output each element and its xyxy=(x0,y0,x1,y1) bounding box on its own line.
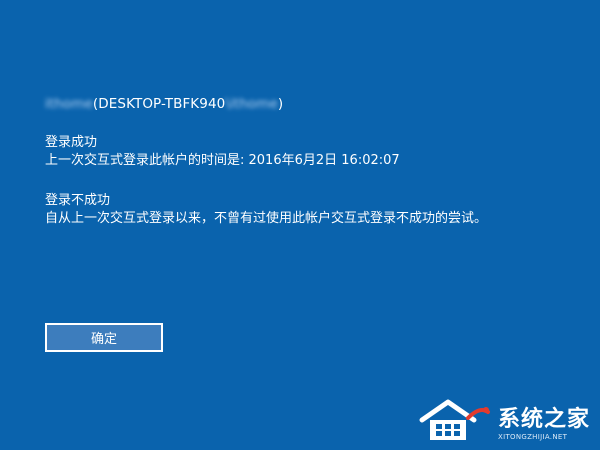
blurred-domain-user: \ithome xyxy=(225,96,278,112)
logon-failure-section: 登录不成功 自从上一次交互式登录以来，不曾有过使用此帐户交互式登录不成功的尝试。 xyxy=(45,192,487,228)
watermark-subtitle: XITONGZHIJIA.NET xyxy=(497,433,568,441)
watermark: 系统之家 XITONGZHIJIA.NET xyxy=(418,398,590,442)
machine-name: (DESKTOP-TBFK940 xyxy=(92,96,226,112)
failed-logon-detail-text: 自从上一次交互式登录以来，不曾有过使用此帐户交互式登录不成功的尝试。 xyxy=(45,211,488,226)
house-logo-icon xyxy=(419,399,490,440)
watermark-title: 系统之家 xyxy=(497,407,590,432)
ok-button[interactable]: 确定 xyxy=(45,323,163,352)
logon-success-heading: 登录成功 xyxy=(45,135,98,150)
logon-info-screen: ithome (DESKTOP-TBFK940 \ithome ) 登录成功 上… xyxy=(0,0,600,450)
account-suffix: ) xyxy=(277,96,284,112)
last-logon-time-text: 上一次交互式登录此帐户的时间是: 2016年6月2日 16:02:07 xyxy=(45,153,400,168)
logon-success-section: 登录成功 上一次交互式登录此帐户的时间是: 2016年6月2日 16:02:07 xyxy=(45,134,400,170)
account-identity: ithome (DESKTOP-TBFK940 \ithome ) xyxy=(45,96,283,112)
logon-failure-heading: 登录不成功 xyxy=(45,193,111,208)
blurred-username: ithome xyxy=(45,96,93,112)
watermark-text: 系统之家 XITONGZHIJIA.NET xyxy=(498,408,590,442)
domain-user: ithome xyxy=(230,96,278,112)
